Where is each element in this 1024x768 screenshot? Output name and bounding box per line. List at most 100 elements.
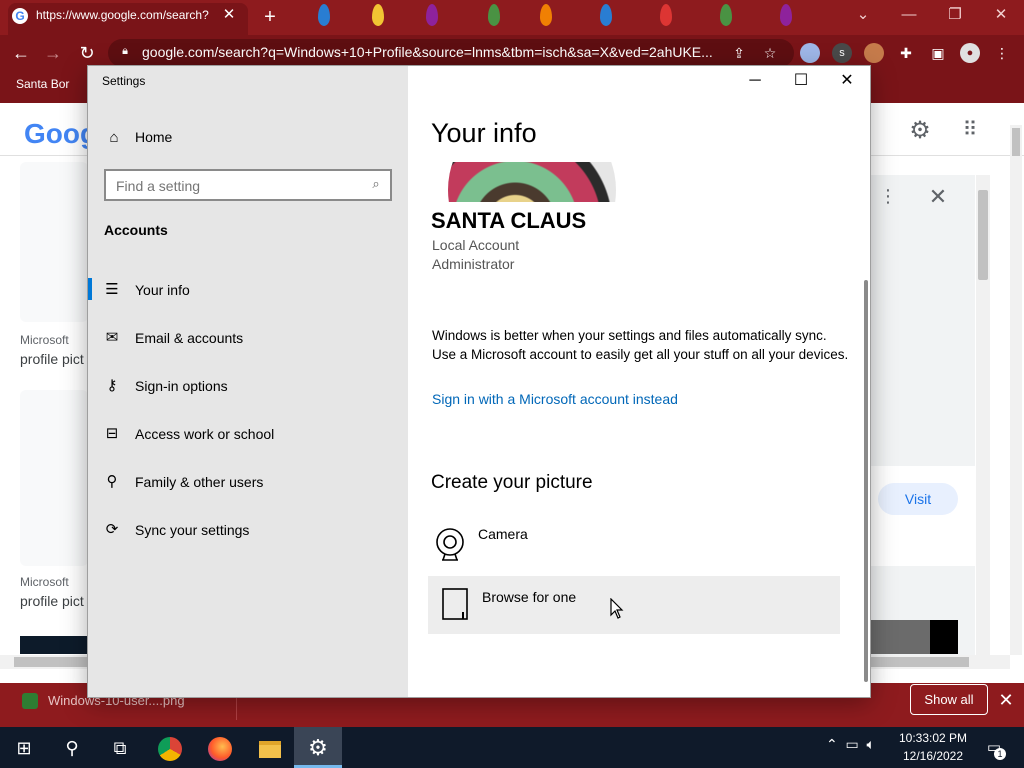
close-download-bar-icon[interactable]: ✕ [994,688,1018,712]
tab-close-icon[interactable]: ✕ [220,5,238,25]
browse-option[interactable]: Browse for one [428,576,840,634]
clock-date[interactable]: 12/16/2022 [898,749,968,765]
preview-card [870,466,975,566]
google-logo[interactable]: Goog [24,118,97,152]
decor-bulb [318,4,330,26]
section-heading: Accounts [104,222,168,238]
sidebar-item-family-users[interactable]: ⚲ Family & other users [88,462,408,502]
file-explorer-icon[interactable] [246,729,294,767]
reload-icon[interactable]: ↻ [74,40,100,66]
account-type: Local Account [432,237,520,253]
more-options-icon[interactable]: ⋮ [878,186,898,210]
task-view-icon[interactable]: ⧉ [96,729,144,767]
restore-icon[interactable]: ❐ [932,0,978,30]
profile-icon[interactable]: ● [960,43,980,63]
sidebar-item-sign-in-options[interactable]: ⚷ Sign-in options [88,366,408,406]
close-window-icon[interactable]: ✕ [978,0,1024,30]
extensions-icon[interactable]: ✚ [896,43,916,63]
maximize-icon[interactable]: ☐ [778,66,824,96]
sidebar-item-access-work[interactable]: ⊟ Access work or school [88,414,408,454]
minimize-icon[interactable]: ─ [732,66,778,96]
search-icon[interactable]: ⌕ [368,176,384,194]
microsoft-signin-link[interactable]: Sign in with a Microsoft account instead [432,391,732,409]
gear-icon[interactable]: ⚙ [906,116,934,144]
key-icon: ⚷ [106,377,118,394]
camera-label: Camera [478,526,528,542]
result-thumbnail[interactable] [20,390,88,566]
new-tab-icon[interactable]: + [258,4,282,30]
windows-start-icon[interactable]: ⊞ [0,729,48,767]
back-icon[interactable]: ← [8,40,34,66]
home-nav-item[interactable]: ⌂ Home [88,124,408,152]
sidebar-item-label: Email & accounts [135,330,244,346]
image-file-icon [22,693,38,709]
sidebar-item-label: Your info [135,282,190,298]
person-list-icon: ☰ [105,281,119,298]
share-icon[interactable]: ⇪ [729,43,749,63]
bookmark-item[interactable]: Santa Bor [16,77,96,95]
apps-grid-icon[interactable]: ⠿ [956,116,984,144]
decor-bulb [540,4,552,26]
forward-icon[interactable]: → [40,40,66,66]
preview-panel [870,175,975,655]
decor-bulb [372,4,384,26]
settings-window: Settings ─ ☐ ✕ ⌂ Home ⌕ Accounts ☰ Your … [88,66,870,697]
result-title[interactable]: profile pict [20,351,90,369]
result-thumbnail[interactable] [20,636,88,654]
lock-icon[interactable]: 🔒︎ [118,45,132,61]
result-title[interactable]: profile pict [20,593,90,611]
close-icon[interactable]: ✕ [824,66,870,96]
sidepanel-icon[interactable]: ▣ [928,43,948,63]
preview-image-dark [930,620,958,654]
result-thumbnail[interactable] [20,162,88,322]
clock-time[interactable]: 10:33:02 PM [898,731,968,747]
sync-icon: ⟳ [105,521,119,538]
panel-scrollbar-thumb[interactable] [978,190,988,280]
person-add-icon: ⚲ [106,473,118,490]
sidebar-item-label: Sign-in options [135,378,228,394]
decor-bulb [426,4,438,26]
sidebar-item-your-info[interactable]: ☰ Your info [88,270,408,310]
extension-icon[interactable] [800,43,820,63]
home-icon: ⌂ [109,129,119,146]
system-tray[interactable]: ⌃ ▭ 🔈︎ [826,736,898,758]
user-name: SANTA CLAUS [431,208,587,233]
search-input[interactable] [116,177,356,195]
close-icon[interactable]: ✕ [926,184,950,210]
page-scrollbar[interactable] [1010,125,1022,655]
sidebar-item-label: Family & other users [135,474,264,490]
decor-bulb [488,4,500,26]
camera-icon [436,528,464,561]
star-icon[interactable]: ☆ [760,43,780,63]
briefcase-icon: ⊟ [105,425,119,442]
tab-search-icon[interactable]: ⌄ [840,0,886,30]
firefox-icon[interactable] [196,729,244,767]
chrome-icon[interactable] [146,729,194,767]
result-source[interactable]: Microsoft [20,575,90,591]
decor-bulb [660,4,672,26]
extension-avatar-icon[interactable] [864,43,884,63]
home-label: Home [135,129,173,145]
page-scrollbar-thumb[interactable] [1012,128,1020,156]
browse-label: Browse for one [482,589,577,605]
settings-gear-icon[interactable]: ⚙ [294,729,342,767]
minimize-icon[interactable]: — [886,0,932,30]
menu-icon[interactable]: ⋮ [992,43,1012,63]
sidebar-item-label: Access work or school [135,426,275,442]
visit-button[interactable]: Visit [878,483,958,515]
camera-option[interactable]: Camera [428,521,840,571]
mouse-cursor-icon [610,598,624,619]
extension-s-icon[interactable]: s [832,43,852,63]
settings-search[interactable]: ⌕ [104,169,392,201]
result-source[interactable]: Microsoft [20,333,90,349]
mail-icon: ✉ [105,329,119,346]
search-icon[interactable]: ⚲ [48,729,96,767]
url-text[interactable]: google.com/search?q=Windows+10+Profile&s… [142,44,720,62]
window-title: Settings [102,74,146,88]
settings-scrollbar[interactable] [864,280,868,682]
sidebar-item-sync[interactable]: ⟳ Sync your settings [88,510,408,550]
show-all-button[interactable]: Show all [910,684,988,715]
decor-bulb [600,4,612,26]
google-favicon-icon: G [12,8,28,24]
sidebar-item-email-accounts[interactable]: ✉ Email & accounts [88,318,408,358]
